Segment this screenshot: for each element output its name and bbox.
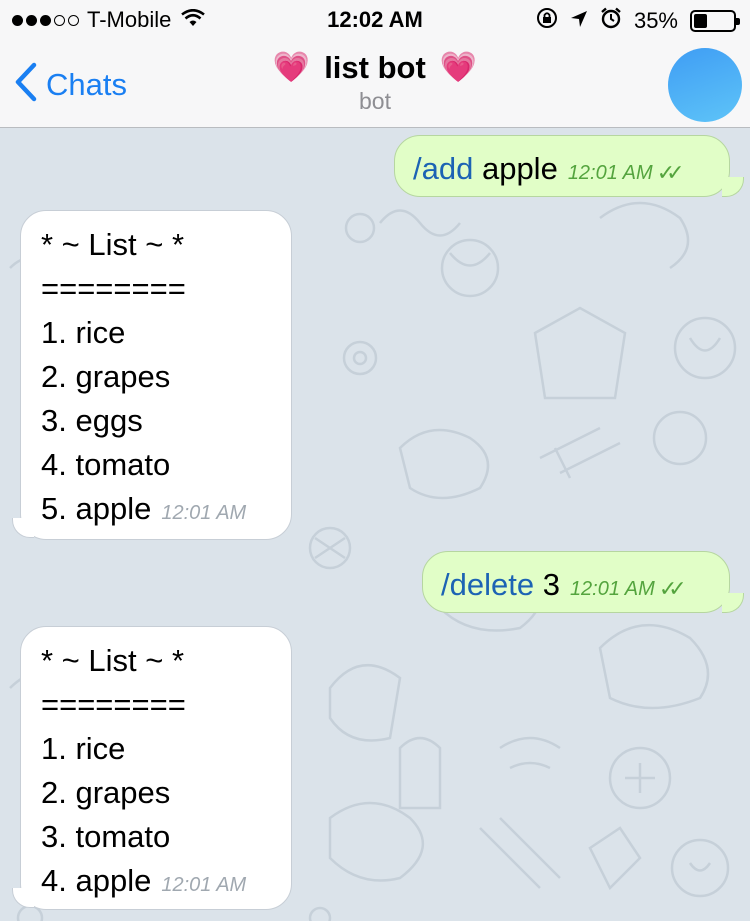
avatar[interactable] bbox=[668, 48, 742, 122]
message-meta: 12:01 AM ✓✓ bbox=[567, 151, 685, 195]
list-line: 5. apple 12:01 AM bbox=[41, 487, 271, 535]
message-time: 12:01 AM bbox=[161, 502, 247, 524]
battery-icon bbox=[690, 10, 740, 32]
message-meta: 12:01 AM ✓✓ bbox=[569, 567, 687, 611]
list-line: 3. eggs bbox=[41, 403, 143, 438]
chat-header[interactable]: 💗 list bot 💗 bot bbox=[0, 50, 750, 115]
message-text: apple bbox=[473, 151, 558, 186]
chat-subtitle: bot bbox=[359, 88, 391, 114]
list-line: 4. apple 12:01 AM bbox=[41, 859, 271, 907]
bot-command-link[interactable]: /add bbox=[413, 151, 473, 186]
list-line: 2. grapes bbox=[41, 775, 171, 810]
list-line: ======== bbox=[41, 687, 186, 722]
message-time: 12:01 AM bbox=[569, 578, 655, 600]
message-text: 3 bbox=[534, 567, 560, 602]
battery-percent: 35% bbox=[633, 8, 678, 33]
alarm-icon bbox=[600, 7, 622, 35]
list-line: 1. rice bbox=[41, 731, 126, 766]
list-line: ======== bbox=[41, 271, 186, 306]
list-line: 3. tomato bbox=[41, 819, 171, 854]
message-time: 12:01 AM bbox=[161, 874, 247, 896]
rotation-lock-icon bbox=[536, 7, 558, 35]
list-line: 4. tomato bbox=[41, 447, 171, 482]
list-line: 2. grapes bbox=[41, 359, 171, 394]
chat-title: list bot bbox=[324, 50, 426, 85]
list-line: * ~ List ~ * bbox=[41, 643, 185, 678]
message-bubble-incoming[interactable]: * ~ List ~ * ======== 1. rice 2. grapes … bbox=[20, 210, 292, 540]
message-bubble-incoming[interactable]: * ~ List ~ * ======== 1. rice 2. grapes … bbox=[20, 626, 292, 910]
list-line: * ~ List ~ * bbox=[41, 227, 185, 262]
double-check-read-icon: ✓✓ bbox=[658, 576, 687, 601]
status-right: 35% bbox=[536, 7, 740, 35]
heart-emoji-right: 💗 bbox=[439, 51, 478, 84]
list-line-text: 4. apple bbox=[41, 863, 152, 898]
message-bubble-outgoing[interactable]: /add apple 12:01 AM ✓✓ bbox=[394, 135, 730, 197]
message-bubble-outgoing[interactable]: /delete 3 12:01 AM ✓✓ bbox=[422, 551, 730, 613]
chat-area[interactable]: /add apple 12:01 AM ✓✓ * ~ List ~ * ======… bbox=[0, 128, 750, 921]
battery-level bbox=[694, 14, 708, 28]
status-bar: T-Mobile 12:02 AM 35% bbox=[0, 0, 750, 40]
message-time: 12:01 AM bbox=[567, 162, 653, 184]
bot-command-link[interactable]: /delete bbox=[441, 567, 534, 602]
list-line-text: 5. apple bbox=[41, 491, 152, 526]
heart-emoji-left: 💗 bbox=[272, 51, 311, 84]
double-check-read-icon: ✓✓ bbox=[656, 160, 685, 185]
nav-bar: Chats 💗 list bot 💗 bot bbox=[0, 40, 750, 128]
list-line: 1. rice bbox=[41, 315, 126, 350]
location-arrow-icon bbox=[570, 8, 588, 34]
